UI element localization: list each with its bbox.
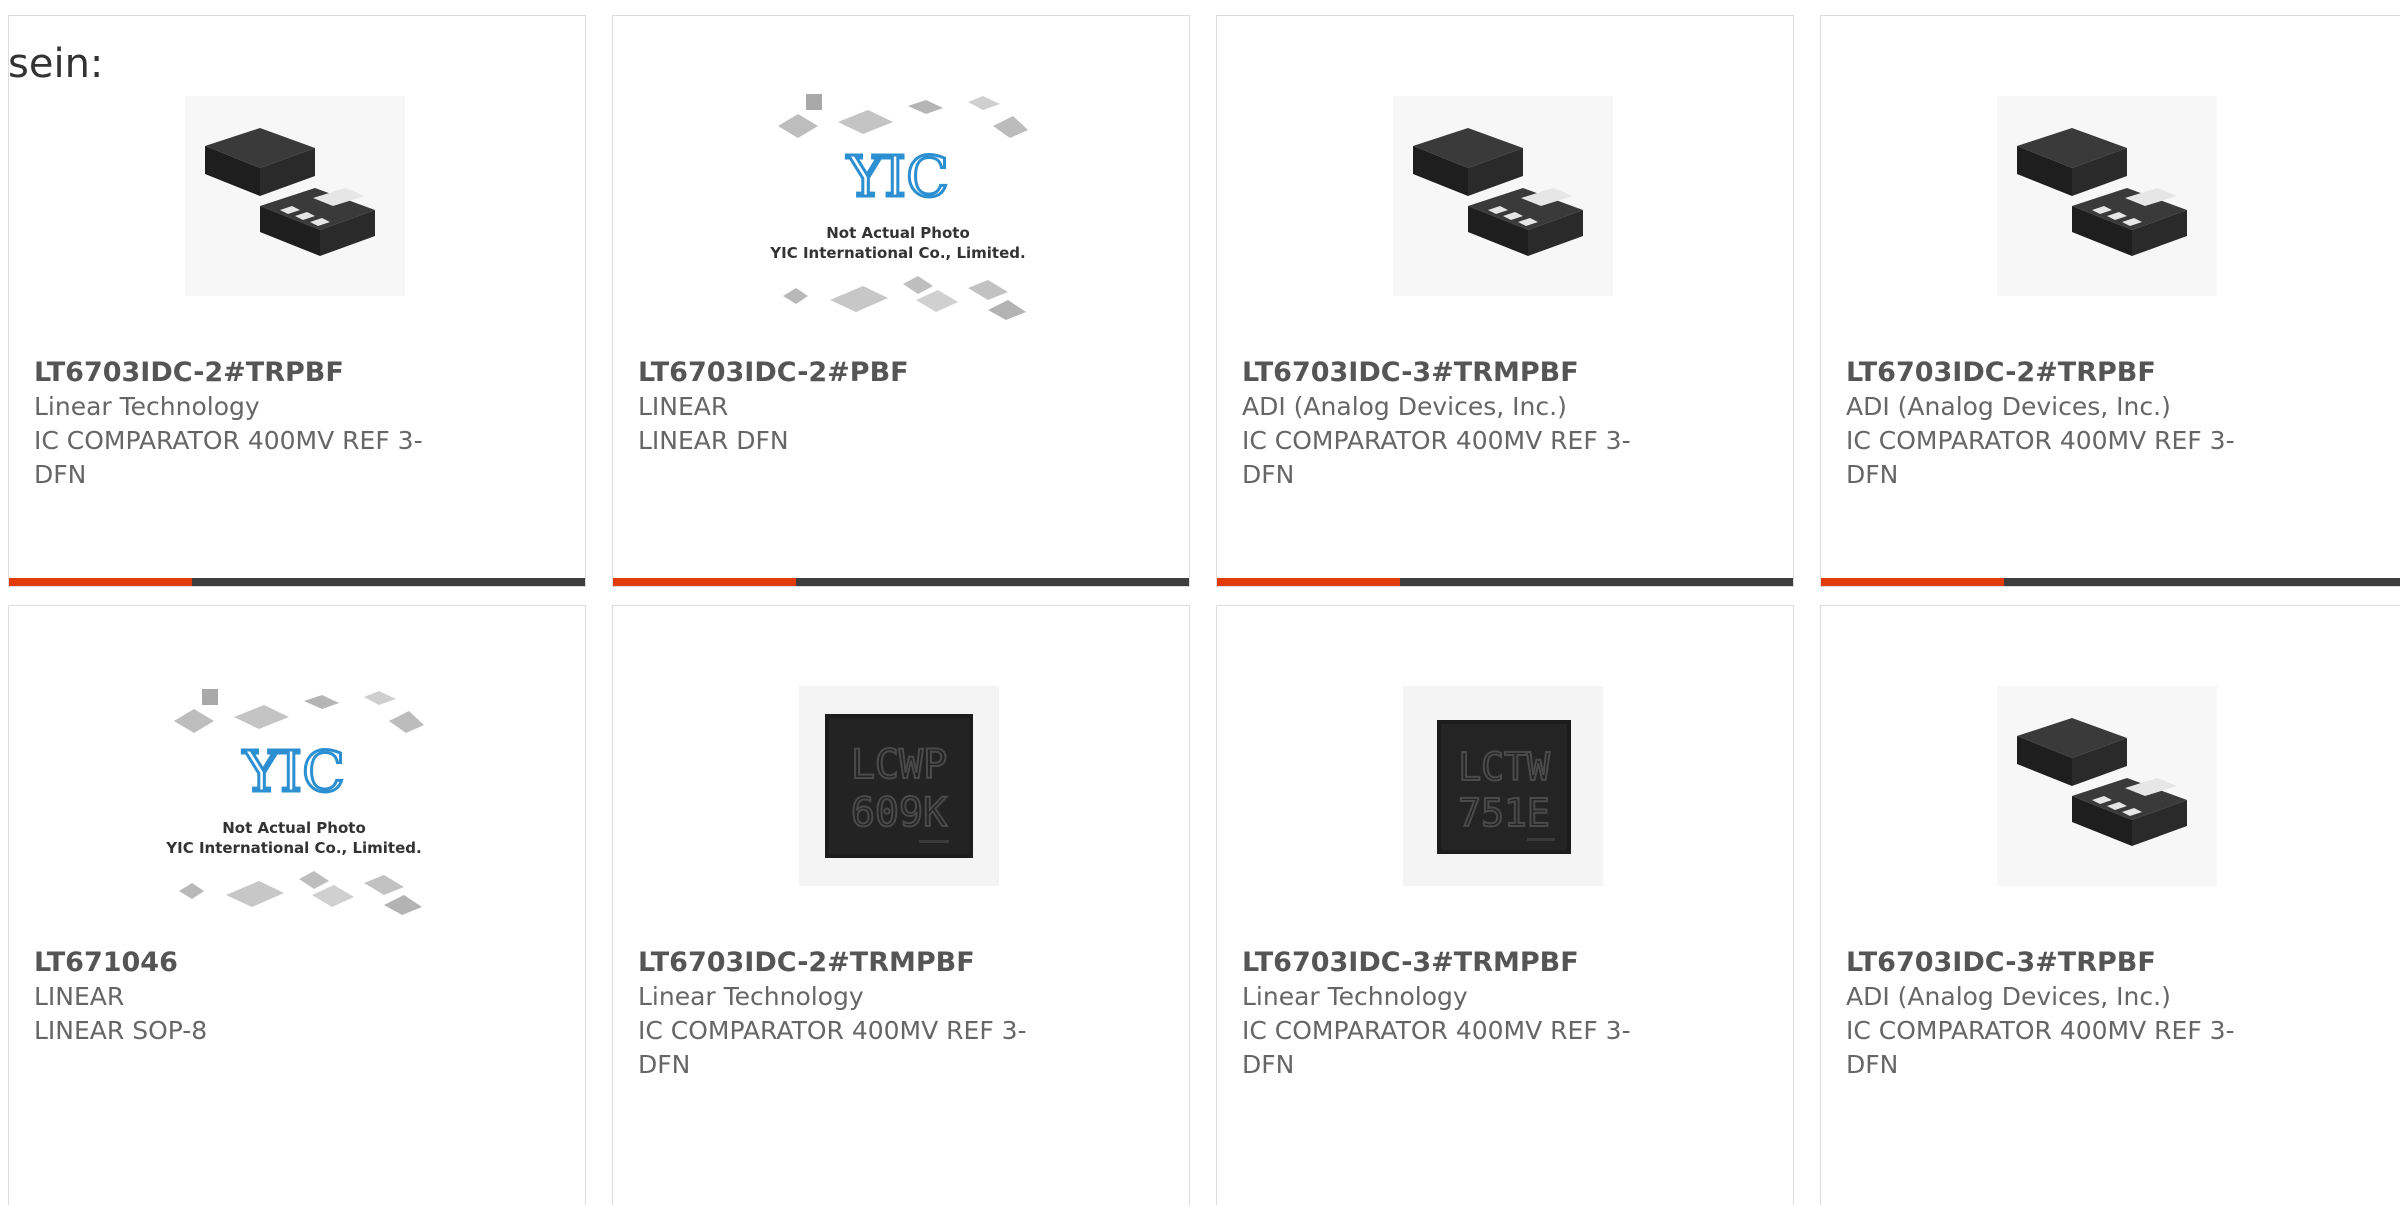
product-photo[interactable] [1987,86,2227,306]
part-number-link[interactable]: LT6703IDC-3#TRMPBF [1242,946,1662,980]
manufacturer: Linear Technology [1242,982,1468,1011]
product-photo[interactable] [1987,676,2227,896]
description-line: DFN [1242,460,1295,489]
manufacturer: ADI (Analog Devices, Inc.) [1846,982,2171,1011]
svg-text:609K: 609K [851,790,947,836]
svg-text:Not Actual Photo: Not Actual Photo [222,819,366,837]
product-grid: LT6703IDC-2#TRPBF Linear Technology IC C… [0,0,2400,1205]
part-number-link[interactable]: LT6703IDC-2#TRPBF [34,356,454,390]
product-info: LT6703IDC-2#PBF LINEAR LINEAR DFN [638,356,1058,458]
description-line: DFN [34,460,87,489]
dfn-package-image [1997,96,2217,296]
product-card[interactable]: YIC Not Actual Photo YIC International C… [612,15,1190,587]
part-number-link[interactable]: LT6703IDC-2#TRPBF [1846,356,2266,390]
product-info: LT6703IDC-2#TRPBF ADI (Analog Devices, I… [1846,356,2266,492]
product-photo[interactable]: LCWP 609K [779,676,1019,896]
description-line: DFN [638,1050,691,1079]
description-line: LINEAR SOP-8 [34,1016,208,1045]
dfn-package-image [185,96,405,296]
chip-top-image: LCTW 751E [1403,686,1603,886]
product-info: LT6703IDC-3#TRPBF ADI (Analog Devices, I… [1846,946,2266,1082]
svg-text:Not Actual Photo: Not Actual Photo [826,224,970,242]
yic-logo: YIC [242,740,345,805]
product-info: LT6703IDC-2#TRPBF Linear Technology IC C… [34,356,454,492]
description-line: DFN [1242,1050,1295,1079]
svg-text:751E: 751E [1458,791,1550,835]
product-photo[interactable]: LCTW 751E [1383,676,1623,896]
product-info: LT671046 LINEAR LINEAR SOP-8 [34,946,454,1048]
product-info: LT6703IDC-3#TRMPBF ADI (Analog Devices, … [1242,356,1662,492]
product-card[interactable]: LCWP 609K LT6703IDC-2#TRMPBF Linear Tech… [612,605,1190,1205]
accent-bar [613,578,796,586]
manufacturer: ADI (Analog Devices, Inc.) [1242,392,1567,421]
dfn-package-image [1393,96,1613,296]
product-card[interactable]: LCTW 751E LT6703IDC-3#TRMPBF Linear Tech… [1216,605,1794,1205]
chip-top-image: LCWP 609K [799,686,999,886]
part-number-link[interactable]: LT671046 [34,946,454,980]
svg-text:YIC International Co., Limited: YIC International Co., Limited. [165,839,421,857]
svg-text:LCWP: LCWP [851,742,947,788]
accent-bar [1821,578,2004,586]
product-card[interactable]: LT6703IDC-2#TRPBF Linear Technology IC C… [8,15,586,587]
product-photo[interactable]: YIC Not Actual Photo YIC International C… [768,94,1028,320]
product-card[interactable]: LT6703IDC-3#TRMPBF ADI (Analog Devices, … [1216,15,1794,587]
manufacturer: Linear Technology [638,982,864,1011]
product-card[interactable]: YIC Not Actual Photo YIC International C… [8,605,586,1205]
description-line: IC COMPARATOR 400MV REF 3- [1846,1016,2235,1045]
svg-text:YIC International Co., Limited: YIC International Co., Limited. [769,244,1025,262]
part-number-link[interactable]: LT6703IDC-2#TRMPBF [638,946,1058,980]
part-number-link[interactable]: LT6703IDC-3#TRPBF [1846,946,2266,980]
page-text-fragment: sein: [8,41,104,87]
card-footer-bar [1821,578,2400,586]
product-photo[interactable] [1383,86,1623,306]
svg-text:LCTW: LCTW [1458,745,1550,789]
part-number-link[interactable]: LT6703IDC-2#PBF [638,356,1058,390]
manufacturer: LINEAR [34,982,125,1011]
product-card[interactable]: LT6703IDC-3#TRPBF ADI (Analog Devices, I… [1820,605,2400,1205]
card-footer-bar [9,578,585,586]
accent-bar [1217,578,1400,586]
description-line: DFN [1846,460,1899,489]
product-card[interactable]: LT6703IDC-2#TRPBF ADI (Analog Devices, I… [1820,15,2400,587]
description-line: IC COMPARATOR 400MV REF 3- [638,1016,1027,1045]
manufacturer: LINEAR [638,392,729,421]
placeholder-image: YIC Not Actual Photo YIC International C… [769,94,1028,320]
product-photo[interactable]: YIC Not Actual Photo YIC International C… [164,689,424,915]
description-line: LINEAR DFN [638,426,789,455]
accent-bar [9,578,192,586]
card-footer-bar [613,578,1189,586]
part-number-link[interactable]: LT6703IDC-3#TRMPBF [1242,356,1662,390]
manufacturer: Linear Technology [34,392,260,421]
placeholder-image: YIC Not Actual Photo YIC International C… [165,689,424,915]
product-info: LT6703IDC-3#TRMPBF Linear Technology IC … [1242,946,1662,1082]
dfn-package-image [1997,686,2217,886]
card-footer-bar [1217,578,1793,586]
yic-logo: YIC [846,145,949,210]
description-line: IC COMPARATOR 400MV REF 3- [1242,1016,1631,1045]
description-line: IC COMPARATOR 400MV REF 3- [1242,426,1631,455]
description-line: IC COMPARATOR 400MV REF 3- [34,426,423,455]
manufacturer: ADI (Analog Devices, Inc.) [1846,392,2171,421]
product-photo[interactable] [175,86,415,306]
description-line: DFN [1846,1050,1899,1079]
product-info: LT6703IDC-2#TRMPBF Linear Technology IC … [638,946,1058,1082]
description-line: IC COMPARATOR 400MV REF 3- [1846,426,2235,455]
